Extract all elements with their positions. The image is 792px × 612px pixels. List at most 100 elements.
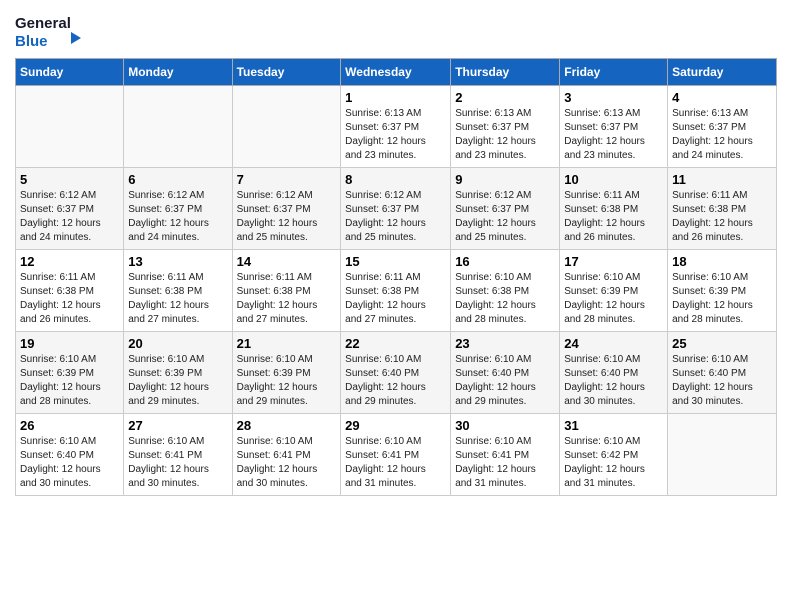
day-number: 29 (345, 418, 446, 433)
day-info: Sunrise: 6:12 AM Sunset: 6:37 PM Dayligh… (345, 189, 446, 245)
day-number: 7 (237, 172, 337, 187)
day-info: Sunrise: 6:11 AM Sunset: 6:38 PM Dayligh… (564, 189, 663, 245)
svg-text:Blue: Blue (15, 33, 48, 50)
calendar-cell: 10 Sunrise: 6:11 AM Sunset: 6:38 PM Dayli… (560, 168, 668, 250)
day-number: 12 (20, 254, 119, 269)
calendar-cell: 5 Sunrise: 6:12 AM Sunset: 6:37 PM Daylig… (16, 168, 124, 250)
weekday-header-monday: Monday (124, 59, 232, 86)
calendar-cell: 13Sunrise: 6:11 AM Sunset: 6:38 PM Dayli… (124, 250, 232, 332)
day-number: 31 (564, 418, 663, 433)
day-info: Sunrise: 6:10 AM Sunset: 6:41 PM Dayligh… (128, 435, 227, 491)
calendar-week-5: 26Sunrise: 6:10 AM Sunset: 6:40 PM Dayli… (16, 414, 777, 496)
weekday-header-saturday: Saturday (668, 59, 777, 86)
calendar-body: 1 Sunrise: 6:13 AM Sunset: 6:37 PM Daylig… (16, 86, 777, 496)
day-info: Sunrise: 6:10 AM Sunset: 6:40 PM Dayligh… (455, 353, 555, 409)
day-number: 3 (564, 90, 663, 105)
logo: GeneralBlue (15, 10, 85, 50)
day-info: Sunrise: 6:10 AM Sunset: 6:39 PM Dayligh… (20, 353, 119, 409)
day-number: 21 (237, 336, 337, 351)
day-info: Sunrise: 6:13 AM Sunset: 6:37 PM Dayligh… (672, 107, 772, 163)
day-number: 8 (345, 172, 446, 187)
day-number: 24 (564, 336, 663, 351)
calendar-cell: 23Sunrise: 6:10 AM Sunset: 6:40 PM Dayli… (451, 332, 560, 414)
svg-text:General: General (15, 15, 71, 32)
day-info: Sunrise: 6:10 AM Sunset: 6:39 PM Dayligh… (237, 353, 337, 409)
calendar-cell: 17 Sunrise: 6:10 AM Sunset: 6:39 PM Dayli… (560, 250, 668, 332)
calendar-cell: 20 Sunrise: 6:10 AM Sunset: 6:39 PM Dayli… (124, 332, 232, 414)
day-info: Sunrise: 6:10 AM Sunset: 6:41 PM Dayligh… (345, 435, 446, 491)
day-number: 4 (672, 90, 772, 105)
day-number: 15 (345, 254, 446, 269)
calendar-cell: 19Sunrise: 6:10 AM Sunset: 6:39 PM Dayli… (16, 332, 124, 414)
day-info: Sunrise: 6:10 AM Sunset: 6:38 PM Dayligh… (455, 271, 555, 327)
day-info: Sunrise: 6:10 AM Sunset: 6:39 PM Dayligh… (564, 271, 663, 327)
calendar-cell: 29 Sunrise: 6:10 AM Sunset: 6:41 PM Dayli… (341, 414, 451, 496)
day-number: 20 (128, 336, 227, 351)
calendar-cell: 14 Sunrise: 6:11 AM Sunset: 6:38 PM Dayli… (232, 250, 341, 332)
weekday-header-friday: Friday (560, 59, 668, 86)
page: GeneralBlue SundayMondayTuesdayWednesday… (0, 0, 792, 612)
day-info: Sunrise: 6:11 AM Sunset: 6:38 PM Dayligh… (237, 271, 337, 327)
calendar-cell: 28Sunrise: 6:10 AM Sunset: 6:41 PM Dayli… (232, 414, 341, 496)
day-info: Sunrise: 6:10 AM Sunset: 6:40 PM Dayligh… (564, 353, 663, 409)
calendar-cell: 12 Sunrise: 6:11 AM Sunset: 6:38 PM Dayli… (16, 250, 124, 332)
calendar-cell: 6Sunrise: 6:12 AM Sunset: 6:37 PM Daylig… (124, 168, 232, 250)
calendar-week-2: 5 Sunrise: 6:12 AM Sunset: 6:37 PM Daylig… (16, 168, 777, 250)
day-number: 25 (672, 336, 772, 351)
day-number: 14 (237, 254, 337, 269)
day-info: Sunrise: 6:13 AM Sunset: 6:37 PM Dayligh… (564, 107, 663, 163)
day-info: Sunrise: 6:11 AM Sunset: 6:38 PM Dayligh… (672, 189, 772, 245)
day-number: 13 (128, 254, 227, 269)
day-info: Sunrise: 6:10 AM Sunset: 6:42 PM Dayligh… (564, 435, 663, 491)
day-number: 27 (128, 418, 227, 433)
day-number: 10 (564, 172, 663, 187)
calendar-cell: 30 Sunrise: 6:10 AM Sunset: 6:41 PM Dayli… (451, 414, 560, 496)
day-number: 11 (672, 172, 772, 187)
day-info: Sunrise: 6:12 AM Sunset: 6:37 PM Dayligh… (20, 189, 119, 245)
day-info: Sunrise: 6:10 AM Sunset: 6:40 PM Dayligh… (672, 353, 772, 409)
calendar-cell: 24 Sunrise: 6:10 AM Sunset: 6:40 PM Dayli… (560, 332, 668, 414)
day-number: 18 (672, 254, 772, 269)
calendar-cell: 16 Sunrise: 6:10 AM Sunset: 6:38 PM Dayli… (451, 250, 560, 332)
day-number: 22 (345, 336, 446, 351)
calendar-cell: 22 Sunrise: 6:10 AM Sunset: 6:40 PM Dayli… (341, 332, 451, 414)
day-info: Sunrise: 6:13 AM Sunset: 6:37 PM Dayligh… (345, 107, 446, 163)
day-number: 9 (455, 172, 555, 187)
calendar-cell (16, 86, 124, 168)
calendar-cell: 11 Sunrise: 6:11 AM Sunset: 6:38 PM Dayli… (668, 168, 777, 250)
day-number: 16 (455, 254, 555, 269)
calendar-week-3: 12 Sunrise: 6:11 AM Sunset: 6:38 PM Dayli… (16, 250, 777, 332)
day-number: 30 (455, 418, 555, 433)
day-info: Sunrise: 6:12 AM Sunset: 6:37 PM Dayligh… (455, 189, 555, 245)
day-info: Sunrise: 6:10 AM Sunset: 6:41 PM Dayligh… (455, 435, 555, 491)
day-info: Sunrise: 6:12 AM Sunset: 6:37 PM Dayligh… (128, 189, 227, 245)
header: GeneralBlue (15, 10, 777, 50)
calendar-cell: 25 Sunrise: 6:10 AM Sunset: 6:40 PM Dayli… (668, 332, 777, 414)
day-info: Sunrise: 6:10 AM Sunset: 6:39 PM Dayligh… (672, 271, 772, 327)
calendar-cell: 15Sunrise: 6:11 AM Sunset: 6:38 PM Dayli… (341, 250, 451, 332)
day-info: Sunrise: 6:13 AM Sunset: 6:37 PM Dayligh… (455, 107, 555, 163)
day-number: 2 (455, 90, 555, 105)
calendar-cell: 4 Sunrise: 6:13 AM Sunset: 6:37 PM Daylig… (668, 86, 777, 168)
calendar-week-1: 1 Sunrise: 6:13 AM Sunset: 6:37 PM Daylig… (16, 86, 777, 168)
calendar-cell: 1 Sunrise: 6:13 AM Sunset: 6:37 PM Daylig… (341, 86, 451, 168)
calendar-week-4: 19Sunrise: 6:10 AM Sunset: 6:39 PM Dayli… (16, 332, 777, 414)
calendar-table: SundayMondayTuesdayWednesdayThursdayFrid… (15, 58, 777, 496)
calendar-cell (668, 414, 777, 496)
calendar-cell: 3 Sunrise: 6:13 AM Sunset: 6:37 PM Daylig… (560, 86, 668, 168)
day-number: 17 (564, 254, 663, 269)
logo-svg: GeneralBlue (15, 10, 85, 50)
day-info: Sunrise: 6:11 AM Sunset: 6:38 PM Dayligh… (20, 271, 119, 327)
calendar-cell: 31 Sunrise: 6:10 AM Sunset: 6:42 PM Dayli… (560, 414, 668, 496)
day-number: 5 (20, 172, 119, 187)
day-number: 1 (345, 90, 446, 105)
calendar-cell: 7Sunrise: 6:12 AM Sunset: 6:37 PM Daylig… (232, 168, 341, 250)
day-info: Sunrise: 6:10 AM Sunset: 6:40 PM Dayligh… (20, 435, 119, 491)
calendar-header: SundayMondayTuesdayWednesdayThursdayFrid… (16, 59, 777, 86)
calendar-cell (124, 86, 232, 168)
weekday-row: SundayMondayTuesdayWednesdayThursdayFrid… (16, 59, 777, 86)
day-info: Sunrise: 6:10 AM Sunset: 6:40 PM Dayligh… (345, 353, 446, 409)
calendar-cell (232, 86, 341, 168)
day-info: Sunrise: 6:10 AM Sunset: 6:39 PM Dayligh… (128, 353, 227, 409)
weekday-header-tuesday: Tuesday (232, 59, 341, 86)
